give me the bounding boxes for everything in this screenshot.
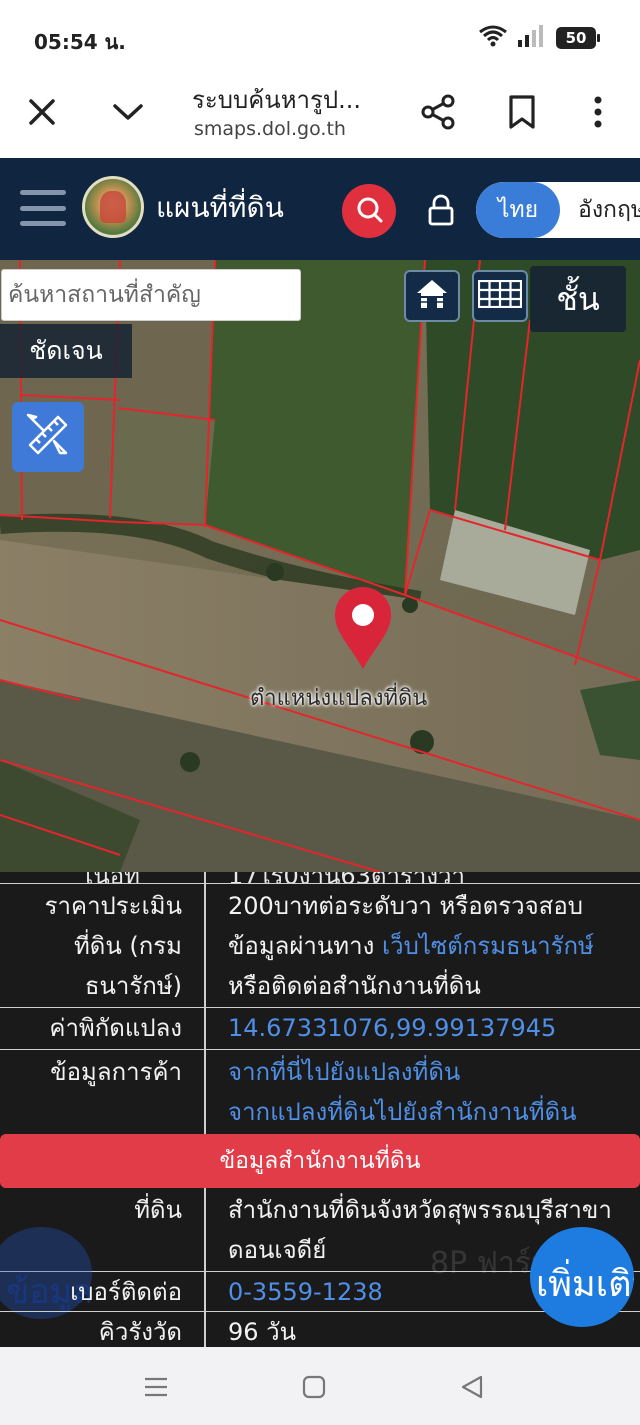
travel-row: ข้อมูลการค้า จากที่นี่ไปยังแปลงที่ดิน จา… [0,1050,640,1134]
search-icon [354,194,384,228]
home-icon [414,277,450,315]
home-nav-icon[interactable] [298,1371,330,1403]
treasury-website-link[interactable]: เว็บไซต์กรมธนารักษ์ [382,932,594,960]
browser-toolbar: ระบบค้นหารูป... smaps.dol.go.th [0,74,640,158]
parcel-info-panel: 8P ฟาร์ม เนื้อที่ 17ไร่0งาน63ตารางวา ราค… [0,872,640,1347]
place-search-input[interactable]: ค้นหาสถานที่สำคัญ [1,269,301,321]
survey-queue-label: คิวรังวัด [98,1318,182,1346]
chevron-down-icon[interactable] [104,88,152,136]
recents-icon[interactable] [140,1371,172,1403]
travel-label: ข้อมูลการค้า [50,1058,182,1086]
phone-label: เบอร์ติดต่อ [70,1278,182,1306]
area-label: เนื้อที่ [85,872,140,883]
app-header: แผนที่ที่ดิน ไทย อังกฤษ [0,158,640,260]
layer-button[interactable]: ชั้น [530,266,626,332]
bookmark-icon[interactable] [498,88,546,136]
home-button[interactable] [404,270,460,322]
grid-icon [477,279,523,312]
survey-queue-row: คิวรังวัด 96 วัน [0,1312,640,1347]
route-to-office-link[interactable]: จากแปลงที่ดินไปยังสำนักงานที่ดิน [228,1092,577,1132]
system-nav-bar [0,1347,640,1425]
app-title: แผนที่ที่ดิน [156,191,284,224]
appraisal-label-2: ที่ดิน (กรม [73,932,182,960]
tab-url[interactable]: smaps.dol.go.th [194,118,346,140]
route-to-parcel-link[interactable]: จากที่นี่ไปยังแปลงที่ดิน [228,1052,460,1092]
status-time: 05:54 น. [34,30,126,54]
appraisal-row: ราคาประเมิน ที่ดิน (กรม ธนารักษ์) 200บาท… [0,884,640,1008]
menu-icon[interactable] [20,190,66,226]
area-row: เนื้อที่ 17ไร่0งาน63ตารางวา [0,872,640,884]
share-icon[interactable] [414,88,462,136]
status-bar: 05:54 น. 50 [0,0,640,74]
measure-button[interactable] [12,402,84,472]
more-info-button[interactable]: เพิ่มเติม [530,1227,634,1327]
appraisal-value-3: หรือติดต่อสำนักงานที่ดิน [228,972,481,1000]
appraisal-label-1: ราคาประเมิน [44,892,182,920]
lock-icon[interactable] [424,190,458,230]
more-vert-icon[interactable] [574,88,622,136]
appraisal-label-3: ธนารักษ์) [84,972,182,1000]
screen: 05:54 น. 50 ระบบค้นหารูป... smaps.dol.go… [0,0,640,1425]
coordinate-label: ค่าพิกัดแปลง [49,1014,182,1042]
map-view[interactable]: ค้นหาสถานที่สำคัญ ชัดเจน ชั้น ตำแหน่งแปล… [0,260,640,872]
appraisal-value-1: 200บาทต่อระดับวา หรือตรวจสอบ [228,892,583,920]
office-value-1: สำนักงานที่ดินจังหวัดสุพรรณบุรีสาขา [228,1196,612,1224]
area-value: 17ไร่0งาน63ตารางวา [228,872,465,883]
language-toggle[interactable]: ไทย อังกฤษ [476,182,640,238]
location-pin-icon[interactable] [331,585,395,671]
close-icon[interactable] [18,88,66,136]
office-label: ที่ดิน [134,1196,182,1224]
ruler-pencil-icon [24,411,72,463]
signal-icon [518,25,546,51]
more-info-label: เพิ่มเติม [536,1264,634,1305]
lang-thai-option[interactable]: ไทย [476,182,560,238]
battery-icon: 50 [556,27,600,49]
status-icons: 50 [478,24,600,52]
survey-queue-value: 96 วัน [228,1318,297,1346]
marker-label: ตำแหน่งแปลงที่ดิน [250,686,428,711]
phone-link[interactable]: 0-3559-1238 [228,1272,383,1312]
office-value-2: ดอนเจดีย์ [228,1236,327,1264]
land-office-section-header: ข้อมูลสำนักงานที่ดิน [0,1134,640,1188]
appraisal-value-prefix: ข้อมูลผ่านทาง [228,932,382,960]
back-icon[interactable] [456,1371,488,1403]
wifi-icon [478,24,508,52]
appraisal-value-2: ข้อมูลผ่านทาง เว็บไซต์กรมธนารักษ์ [228,926,594,966]
tab-title[interactable]: ระบบค้นหารูป... [192,80,361,119]
coordinate-link[interactable]: 14.67331076,99.99137945 [228,1008,556,1048]
emblem-logo [82,176,144,238]
lang-english-option[interactable]: อังกฤษ [560,182,640,238]
grid-button[interactable] [472,270,528,322]
clear-button[interactable]: ชัดเจน [0,324,132,378]
search-button[interactable] [342,184,396,238]
coordinate-row: ค่าพิกัดแปลง 14.67331076,99.99137945 [0,1008,640,1050]
